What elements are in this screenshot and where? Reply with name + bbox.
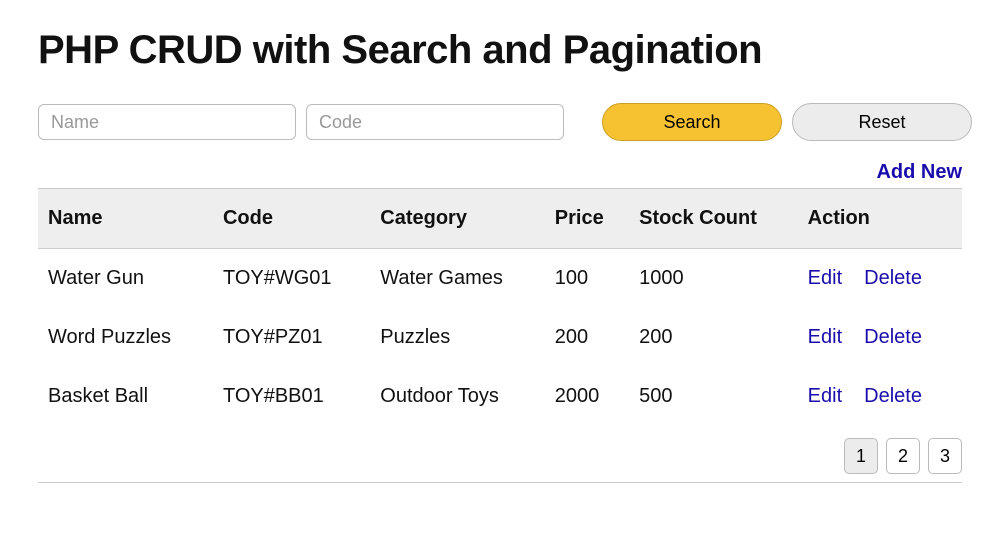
page-button-3[interactable]: 3 <box>928 438 962 474</box>
edit-link[interactable]: Edit <box>808 385 842 407</box>
reset-button[interactable]: Reset <box>792 103 972 141</box>
add-new-link[interactable]: Add New <box>876 161 962 184</box>
cell-action: Edit Delete <box>798 367 962 426</box>
code-input[interactable] <box>306 104 564 140</box>
col-header-price: Price <box>545 189 629 249</box>
cell-category: Outdoor Toys <box>370 367 545 426</box>
page-button-1[interactable]: 1 <box>844 438 878 474</box>
cell-price: 200 <box>545 308 629 367</box>
search-bar: Search Reset <box>38 103 962 141</box>
cell-category: Puzzles <box>370 308 545 367</box>
search-button[interactable]: Search <box>602 103 782 141</box>
cell-stock: 1000 <box>629 249 798 309</box>
table-row: Word PuzzlesTOY#PZ01Puzzles200200EditDel… <box>38 308 962 367</box>
col-header-stock: Stock Count <box>629 189 798 249</box>
col-header-name: Name <box>38 189 213 249</box>
delete-link[interactable]: Delete <box>864 267 922 289</box>
col-header-action: Action <box>798 189 962 249</box>
cell-name: Word Puzzles <box>38 308 213 367</box>
edit-link[interactable]: Edit <box>808 267 842 289</box>
cell-stock: 200 <box>629 308 798 367</box>
cell-action: Edit Delete <box>798 308 962 367</box>
col-header-code: Code <box>213 189 370 249</box>
table-row: Basket BallTOY#BB01Outdoor Toys2000500Ed… <box>38 367 962 426</box>
cell-price: 100 <box>545 249 629 309</box>
cell-code: TOY#WG01 <box>213 249 370 309</box>
page-title: PHP CRUD with Search and Pagination <box>38 28 962 73</box>
name-input[interactable] <box>38 104 296 140</box>
cell-name: Water Gun <box>38 249 213 309</box>
page-button-2[interactable]: 2 <box>886 438 920 474</box>
cell-category: Water Games <box>370 249 545 309</box>
cell-code: TOY#PZ01 <box>213 308 370 367</box>
bottom-divider <box>38 482 962 483</box>
delete-link[interactable]: Delete <box>864 385 922 407</box>
cell-name: Basket Ball <box>38 367 213 426</box>
delete-link[interactable]: Delete <box>864 326 922 348</box>
pagination: 123 <box>38 438 962 474</box>
results-table: Name Code Category Price Stock Count Act… <box>38 188 962 426</box>
add-new-row: Add New <box>38 161 962 184</box>
cell-stock: 500 <box>629 367 798 426</box>
cell-code: TOY#BB01 <box>213 367 370 426</box>
table-row: Water GunTOY#WG01Water Games1001000 Edit D… <box>38 249 962 309</box>
edit-link[interactable]: Edit <box>808 326 842 348</box>
col-header-category: Category <box>370 189 545 249</box>
cell-action: Edit Delete <box>798 249 962 309</box>
cell-price: 2000 <box>545 367 629 426</box>
